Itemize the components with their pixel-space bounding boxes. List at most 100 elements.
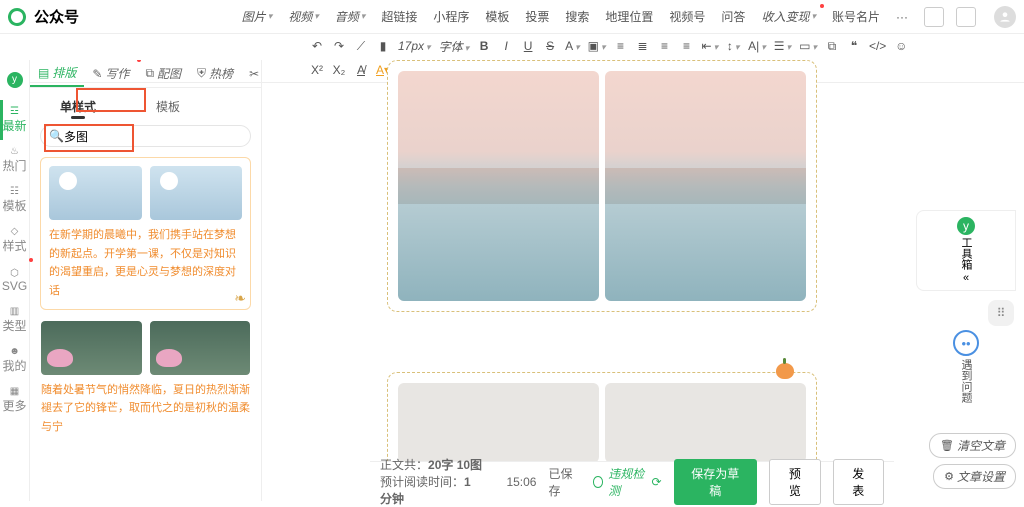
style-card-2[interactable]: 随着处暑节气的悄然降临，夏日的热烈渐渐褪去了它的锋芒，取而代之的是初秋的温柔与宁	[40, 320, 251, 438]
article-settings-button[interactable]: ⚙ 文章设置	[933, 464, 1016, 489]
tab-layout[interactable]: ▤ 排版	[30, 60, 84, 87]
clear-article-button[interactable]: 🗑 清空文章	[929, 433, 1016, 458]
indent-icon[interactable]: ⇤▾	[702, 39, 719, 53]
rail-svg[interactable]: ⬡SVG	[0, 260, 29, 300]
menu-channels[interactable]: 视频号	[665, 6, 709, 27]
align-center-icon[interactable]: ≣	[636, 39, 650, 53]
menu-image[interactable]: 图片▾	[238, 6, 277, 27]
rail-logo[interactable]: y	[0, 60, 29, 100]
paint-icon[interactable]: ▮	[376, 39, 390, 53]
fontfamily-select[interactable]: 字体▾	[439, 38, 470, 55]
menu-template[interactable]: 模板	[481, 6, 513, 27]
code-icon[interactable]: </>	[869, 39, 886, 53]
card1-img-a	[49, 166, 142, 220]
list-icon[interactable]: ☰▾	[774, 39, 791, 53]
rail-latest[interactable]: ☲最新	[0, 100, 29, 140]
collapse-icon[interactable]: «	[963, 272, 969, 284]
menu-miniapp[interactable]: 小程序	[429, 6, 473, 27]
eyedropper-icon[interactable]: ⟋	[354, 39, 368, 54]
style-card-1[interactable]: 在新学期的晨曦中，我们携手站在梦想的新起点。开学第一课，不仅是对知识的渴望重启，…	[40, 157, 251, 310]
right-buttons: 🗑 清空文章 ⚙ 文章设置	[929, 433, 1016, 489]
toolbox-label: 工具箱	[958, 237, 974, 270]
status-bar: 正文共：20字 10图 预计阅读时间：1分钟 15:06 已保存 违规检测 ⟳ …	[370, 461, 894, 501]
menu-search[interactable]: 搜索	[561, 6, 593, 27]
wechat-logo-icon	[5, 4, 30, 29]
content-frame-1[interactable]: A MINIMALIST LIFESTYLE	[387, 60, 817, 312]
rail-more[interactable]: ▦更多	[0, 380, 29, 420]
save-draft-button[interactable]: 保存为草稿	[674, 459, 758, 505]
rail-hot[interactable]: ♨热门	[0, 140, 29, 180]
menu-monetize[interactable]: 收入变现▾	[757, 6, 820, 27]
emoji-icon[interactable]: ☺	[894, 39, 908, 53]
menu-location[interactable]: 地理位置	[601, 6, 657, 27]
bgcolor-icon[interactable]: ▣▾	[588, 39, 606, 53]
lineheight-icon[interactable]: ↕▾	[726, 39, 740, 53]
redo-icon[interactable]: ↷	[332, 39, 346, 53]
align-right-icon[interactable]: ≡	[658, 39, 672, 53]
menu-audio[interactable]: 音频▾	[331, 6, 370, 27]
saved-label: 已保存	[548, 465, 580, 499]
menu-more[interactable]: ···	[892, 6, 912, 27]
letterspace-icon[interactable]: A|▾	[748, 39, 766, 53]
feedback-label: 遇到问题	[958, 359, 974, 403]
section-icon[interactable]: ▭▾	[799, 39, 817, 53]
toolbox-float[interactable]: y 工具箱 «	[916, 210, 1016, 291]
frame2-img-left	[398, 383, 599, 461]
subtab-single[interactable]: 单样式	[60, 98, 96, 115]
underline-icon[interactable]: U	[521, 39, 535, 53]
undo-icon[interactable]: ↶	[310, 39, 324, 53]
rail-template[interactable]: ☷模板	[0, 180, 29, 220]
card1-img-b	[150, 166, 243, 220]
tab-write[interactable]: ✎ 写作	[84, 60, 137, 87]
preview-button[interactable]: 预览	[769, 459, 820, 505]
strike-icon[interactable]: S	[543, 39, 557, 53]
menu-video[interactable]: 视频▾	[284, 6, 323, 27]
menu-qa[interactable]: 问答	[717, 6, 749, 27]
content-frame-2[interactable]	[387, 372, 817, 461]
quote-icon[interactable]: ❝	[847, 39, 861, 53]
insert-img-icon[interactable]: ⧉	[825, 39, 839, 54]
publish-button[interactable]: 发表	[833, 459, 884, 505]
toggle-b[interactable]	[956, 7, 976, 27]
top-bar: 公众号 图片▾ 视频▾ 音频▾ 超链接 小程序 模板 投票 搜索 地理位置 视频…	[0, 0, 1024, 34]
card1-text: 在新学期的晨曦中，我们携手站在梦想的新起点。开学第一课，不仅是对知识的渴望重启，…	[49, 226, 242, 301]
feedback-float[interactable]: •• 遇到问题	[916, 330, 1016, 403]
frame1-img-left	[398, 71, 599, 301]
frame2-img-right	[605, 383, 806, 461]
side-panel: ▤ 排版 ✎ 写作 ⧉ 配图 ⛨ 热榜 ✂ 工具 单样式 模板 🔍 在新学期的晨…	[30, 60, 262, 501]
tab-tools[interactable]: ✂ 工具	[241, 60, 262, 87]
tab-hotlist[interactable]: ⛨ 热榜	[189, 60, 241, 87]
wordcount: 正文共：20字 10图 预计阅读时间：1分钟	[380, 456, 482, 507]
align-left-icon[interactable]: ≡	[614, 39, 628, 53]
sub-tabs: 单样式 模板	[60, 98, 251, 115]
color-icon[interactable]: A▾	[565, 39, 580, 53]
grid-icon[interactable]: ⠿	[988, 300, 1014, 326]
align-justify-icon[interactable]: ≡	[680, 39, 694, 53]
fontsize-select[interactable]: 17px▾	[398, 39, 431, 53]
left-rail: y ☲最新 ♨热门 ☷模板 ◇样式 ⬡SVG ▥类型 ☻我的 ▦更多	[0, 60, 30, 501]
frame1-img-right	[605, 71, 806, 301]
menu-card[interactable]: 账号名片	[828, 6, 884, 27]
user-avatar[interactable]	[994, 6, 1016, 28]
subtab-template[interactable]: 模板	[156, 98, 180, 115]
leaf-icon: ❧	[234, 290, 246, 307]
menu-vote[interactable]: 投票	[521, 6, 553, 27]
menu-hyperlink[interactable]: 超链接	[377, 6, 421, 27]
card2-text: 随着处暑节气的悄然降临，夏日的热烈渐渐褪去了它的锋芒，取而代之的是初秋的温柔与宁	[41, 381, 250, 437]
tab-image[interactable]: ⧉ 配图	[137, 60, 189, 87]
panel-tabs: ▤ 排版 ✎ 写作 ⧉ 配图 ⛨ 热榜 ✂ 工具	[30, 60, 261, 88]
insert-menu: 图片▾ 视频▾ 音频▾ 超链接 小程序 模板 投票 搜索 地理位置 视频号 问答…	[238, 6, 912, 27]
editor-canvas[interactable]: A MINIMALIST LIFESTYLE	[300, 60, 904, 461]
bold-icon[interactable]: B	[477, 39, 491, 53]
italic-icon[interactable]: I	[499, 39, 513, 53]
rail-mine[interactable]: ☻我的	[0, 340, 29, 380]
rail-type[interactable]: ▥类型	[0, 300, 29, 340]
search-icon: 🔍	[49, 129, 64, 143]
toggle-a[interactable]	[924, 7, 944, 27]
style-search[interactable]: 🔍	[40, 125, 251, 147]
search-input[interactable]	[64, 129, 242, 143]
face-icon: ••	[953, 330, 979, 356]
violation-check-link[interactable]: 违规检测 ⟳	[593, 465, 662, 499]
save-time: 15:06	[506, 475, 536, 489]
rail-style[interactable]: ◇样式	[0, 220, 29, 260]
